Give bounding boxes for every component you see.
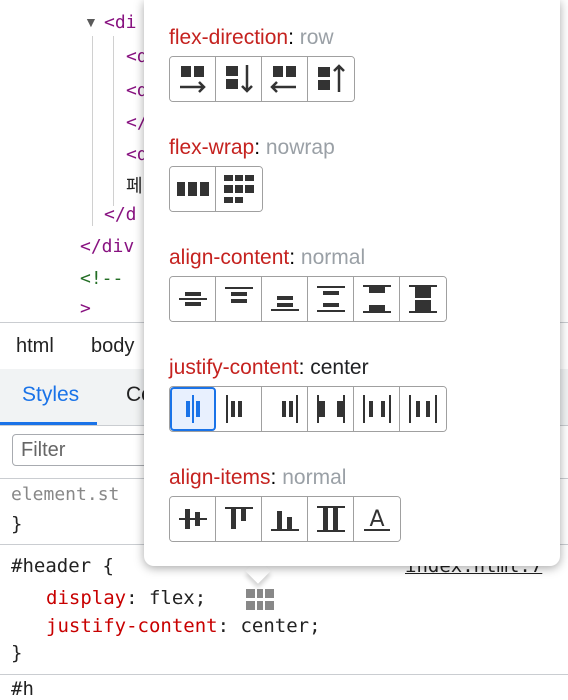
- align-items-options: A: [169, 496, 401, 542]
- element-style-selector: element.st: [11, 484, 120, 505]
- expand-triangle-icon[interactable]: ▼: [84, 14, 98, 30]
- flex-direction-column-reverse-icon: [318, 64, 345, 92]
- align-content-space-between-button[interactable]: [354, 277, 400, 321]
- align-content-space-around-button[interactable]: [308, 277, 354, 321]
- tree-guide: [113, 36, 114, 206]
- tree-node[interactable]: <di: [104, 12, 137, 33]
- flex-wrap-nowrap-icon: [176, 182, 209, 196]
- align-items-flex-end-button[interactable]: [262, 497, 308, 541]
- tree-text[interactable]: 페: [126, 172, 143, 198]
- flex-direction-row-icon: [179, 66, 206, 93]
- justify-content-flex-start-button[interactable]: [216, 387, 262, 431]
- rule-selector[interactable]: #header {: [11, 555, 114, 577]
- tree-node[interactable]: >: [80, 298, 91, 319]
- rule-selector[interactable]: #h: [11, 678, 34, 700]
- align-items-label: align-items: normal: [169, 466, 347, 489]
- align-items-baseline-icon: A: [364, 507, 390, 532]
- rule-divider: [0, 674, 568, 675]
- flexbox-editor-popover: flex-direction: row flex-wrap: nowrap al…: [144, 0, 560, 566]
- align-content-flex-end-icon: [270, 296, 299, 311]
- flex-direction-column-reverse-button[interactable]: [308, 57, 354, 101]
- flex-direction-column-button[interactable]: [216, 57, 262, 101]
- flex-wrap-options: [169, 166, 263, 212]
- align-content-flex-start-icon: [224, 287, 253, 303]
- tree-node[interactable]: </div: [80, 236, 134, 257]
- flex-direction-row-reverse-button[interactable]: [262, 57, 308, 101]
- tree-comment[interactable]: <!--: [80, 268, 123, 289]
- justify-content-flex-start-icon: [225, 395, 242, 423]
- flex-wrap-wrap-icon: [224, 175, 254, 203]
- rule-close-brace: }: [11, 642, 23, 664]
- align-content-options: [169, 276, 447, 322]
- justify-content-label: justify-content: center: [169, 356, 369, 379]
- property-name[interactable]: justify-content: [46, 615, 218, 637]
- flex-direction-row-reverse-icon: [269, 66, 296, 93]
- align-items-stretch-button[interactable]: [308, 497, 354, 541]
- align-content-stretch-button[interactable]: [400, 277, 446, 321]
- align-content-space-between-icon: [362, 285, 391, 313]
- justify-content-space-evenly-button[interactable]: [400, 387, 446, 431]
- declaration-display[interactable]: display: flex;: [46, 587, 206, 609]
- breadcrumb-html[interactable]: html: [16, 335, 54, 358]
- active-tab-indicator: [0, 422, 97, 425]
- flexbox-editor-icon[interactable]: [244, 585, 276, 618]
- align-content-stretch-icon: [409, 285, 437, 313]
- justify-content-center-button[interactable]: [170, 387, 216, 431]
- property-value[interactable]: center;: [240, 615, 320, 637]
- justify-content-center-icon: [186, 395, 200, 423]
- align-items-center-icon: [178, 509, 207, 529]
- tree-node[interactable]: </d: [104, 204, 137, 225]
- justify-content-space-around-icon: [362, 395, 391, 423]
- justify-content-flex-end-icon: [281, 395, 298, 423]
- justify-content-space-around-button[interactable]: [354, 387, 400, 431]
- property-name[interactable]: display: [46, 587, 126, 609]
- declaration-justify-content[interactable]: justify-content: center;: [46, 615, 321, 637]
- flex-direction-row-button[interactable]: [170, 57, 216, 101]
- flex-direction-column-icon: [225, 65, 253, 93]
- flex-wrap-nowrap-button[interactable]: [170, 167, 216, 211]
- flex-direction-options: [169, 56, 355, 102]
- justify-content-space-between-icon: [316, 395, 345, 423]
- breadcrumb-body[interactable]: body: [91, 335, 134, 358]
- align-content-center-button[interactable]: [170, 277, 216, 321]
- align-content-label: align-content: normal: [169, 246, 366, 269]
- align-content-flex-start-button[interactable]: [216, 277, 262, 321]
- rule-close-brace: }: [11, 513, 23, 535]
- justify-content-space-between-button[interactable]: [308, 387, 354, 431]
- align-items-flex-start-button[interactable]: [216, 497, 262, 541]
- svg-text:A: A: [369, 507, 384, 532]
- align-items-flex-end-icon: [270, 511, 299, 531]
- align-content-flex-end-button[interactable]: [262, 277, 308, 321]
- tab-styles[interactable]: Styles: [22, 383, 79, 407]
- align-content-space-around-icon: [316, 286, 345, 312]
- justify-content-options: [169, 386, 447, 432]
- tree-guide: [92, 36, 93, 226]
- align-items-flex-start-icon: [224, 507, 253, 529]
- flex-wrap-wrap-button[interactable]: [216, 167, 262, 211]
- property-value[interactable]: flex;: [149, 587, 206, 609]
- align-content-center-icon: [178, 292, 207, 306]
- align-items-stretch-icon: [316, 506, 345, 532]
- flex-direction-label: flex-direction: row: [169, 26, 334, 49]
- justify-content-space-evenly-icon: [409, 395, 437, 423]
- align-items-baseline-button[interactable]: A: [354, 497, 400, 541]
- justify-content-flex-end-button[interactable]: [262, 387, 308, 431]
- flex-wrap-label: flex-wrap: nowrap: [169, 136, 335, 159]
- align-items-center-button[interactable]: [170, 497, 216, 541]
